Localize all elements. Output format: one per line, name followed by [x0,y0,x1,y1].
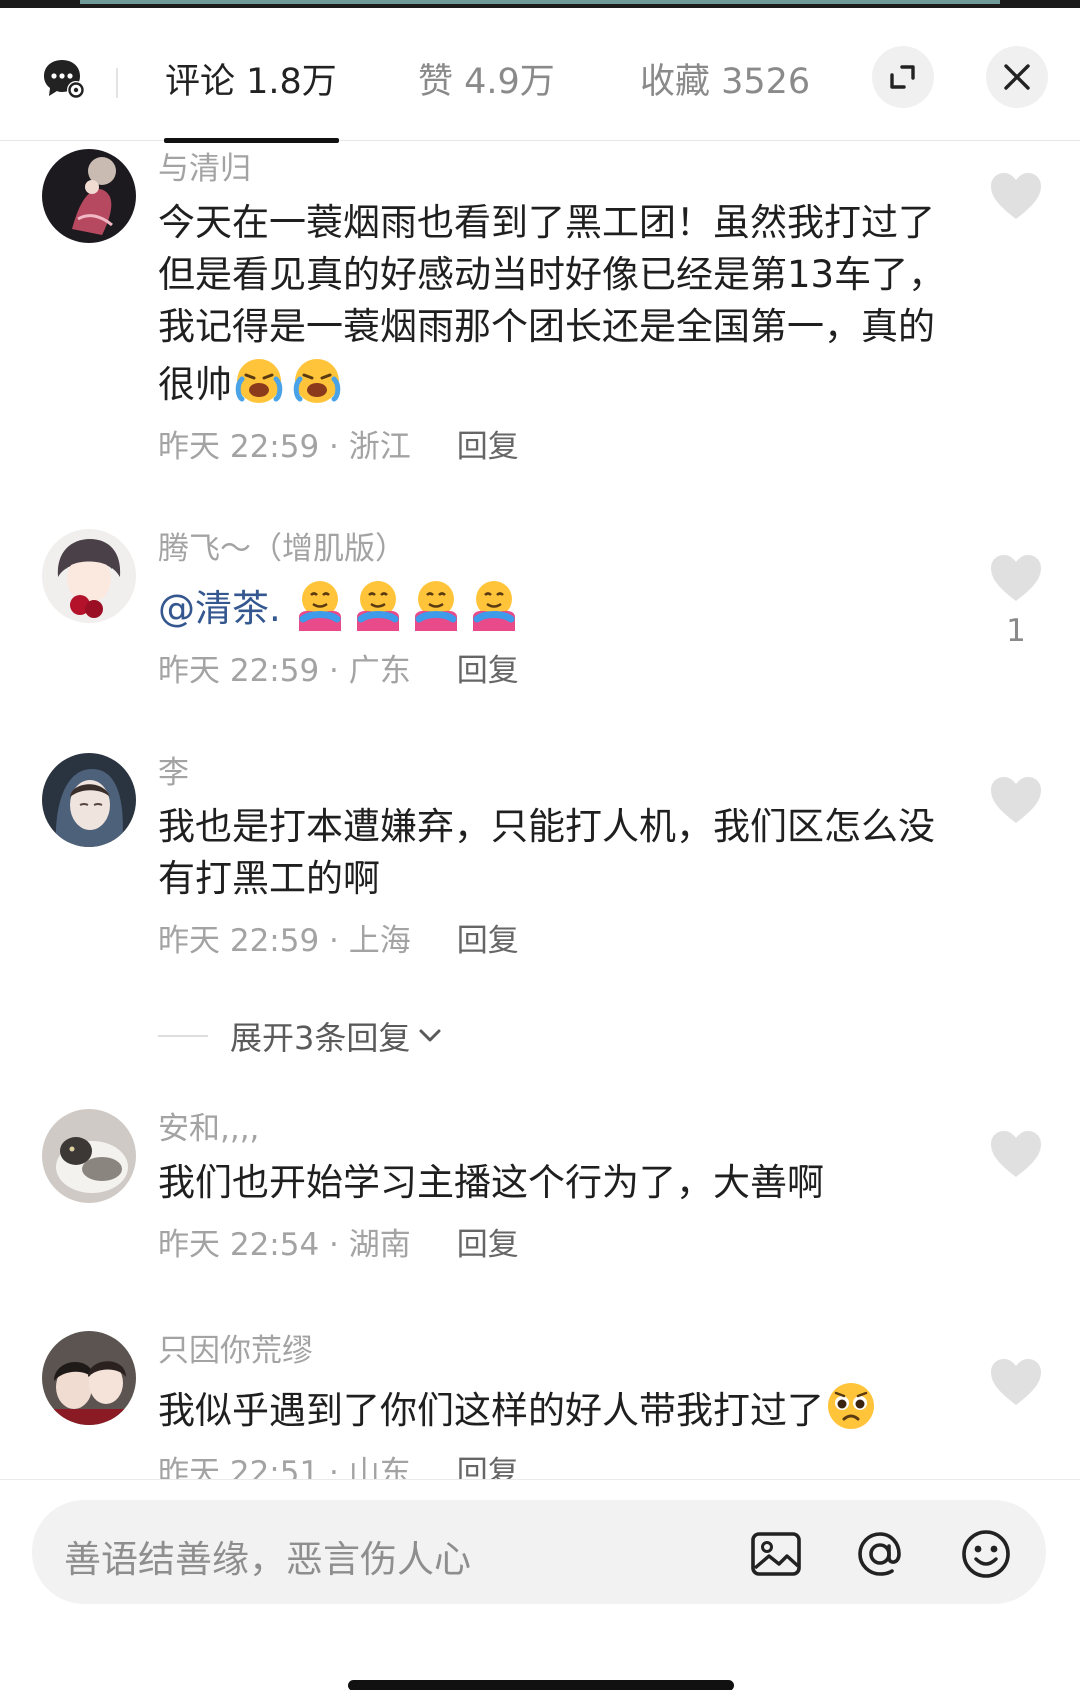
heart-icon [991,1131,1041,1177]
status-strip [0,0,1080,8]
comment-meta: 昨天 22:54 · 湖南 回复 [158,1223,958,1267]
avatar[interactable] [42,1109,136,1203]
tab-likes[interactable]: 赞 4.9万 [418,53,555,104]
avatar[interactable] [42,529,136,623]
image-icon[interactable] [748,1526,804,1582]
comment-text: 我似乎遇到了你们这样的好人带我打过了 [158,1379,958,1437]
comment-time-location: 昨天 22:59 · 广东 [158,653,411,689]
home-indicator [348,1680,734,1690]
comment-text: @清茶. [158,577,958,635]
comment-author[interactable]: 李 [158,753,958,793]
heart-icon [991,1359,1041,1405]
comment-time-location: 昨天 22:59 · 上海 [158,923,411,959]
at-icon[interactable] [852,1526,908,1582]
comment-meta: 昨天 22:59 · 浙江 回复 [158,425,958,469]
heart-icon [991,555,1041,601]
like-button[interactable]: 1 [988,553,1044,649]
comment-author[interactable]: 腾飞～（增肌版） [158,529,958,569]
avatar[interactable] [42,1331,136,1425]
pleading-face-icon [824,1379,878,1433]
divider [158,1035,208,1037]
reply-button[interactable]: 回复 [457,653,519,689]
mention-link[interactable]: @清茶. [158,587,281,630]
comment-meta: 昨天 22:51 · 山东 回复 [158,1451,958,1479]
reply-button[interactable]: 回复 [457,923,519,959]
reply-button[interactable]: 回复 [457,1455,519,1479]
heart-icon [991,777,1041,823]
like-button[interactable] [988,775,1044,835]
comment-text: 我也是打本遭嫌弃，只能打人机，我们区怎么没有打黑工的啊 [158,805,935,900]
like-button[interactable] [988,1129,1044,1189]
crying-face-icon [290,353,344,407]
avatar[interactable] [42,753,136,847]
hug-face-icon [293,577,347,631]
comment-input[interactable]: 善语结善缘，恶言伤人心 [32,1500,1046,1604]
comment-input-placeholder: 善语结善缘，恶言伤人心 [64,1538,471,1581]
reply-button[interactable]: 回复 [457,1227,519,1263]
close-button[interactable] [986,46,1048,108]
hug-face-icon [467,577,521,631]
tab-comments[interactable]: 评论 1.8万 [165,53,337,104]
comment-time-location: 昨天 22:54 · 湖南 [158,1227,411,1263]
like-button[interactable] [988,171,1044,231]
hug-face-icon [409,577,463,631]
avatar[interactable] [42,149,136,243]
expand-button[interactable] [872,46,934,108]
comment-author[interactable]: 安和,,,, [158,1109,958,1149]
chevron-down-icon [419,1029,441,1042]
comment-list[interactable]: 与清归 今天在一蓑烟雨也看到了黑工团！虽然我打过了但是看见真的好感动当时好像已经… [0,141,1080,1479]
comment-author[interactable]: 只因你荒缪 [158,1331,958,1371]
comment-author[interactable]: 与清归 [158,149,958,189]
tab-favorites[interactable]: 收藏 3526 [640,53,810,104]
comment-text: 我们也开始学习主播这个行为了，大善啊 [158,1161,824,1204]
heart-icon [991,173,1041,219]
like-button[interactable] [988,1357,1044,1417]
comments-header: 评论 1.8万 赞 4.9万 收藏 3526 [0,8,1080,143]
like-count: 1 [1006,613,1026,649]
comment-meta: 昨天 22:59 · 上海 回复 [158,919,958,963]
expand-replies-label: 展开3条回复 [230,1019,411,1057]
comment-meta: 昨天 22:59 · 广东 回复 [158,649,958,693]
comment-time-location: 昨天 22:59 · 浙江 [158,429,411,465]
comment-input-bar: 善语结善缘，恶言伤人心 [0,1479,1080,1690]
comment-content: 我似乎遇到了你们这样的好人带我打过了 [158,1389,824,1432]
emoji-icon[interactable] [958,1526,1014,1582]
close-icon [1004,64,1030,90]
hug-face-icon [351,577,405,631]
expand-icon [890,65,915,89]
comment-text: 今天在一蓑烟雨也看到了黑工团！虽然我打过了但是看见真的好感动当时好像已经是第13… [158,197,958,411]
chat-settings-icon[interactable] [42,56,88,102]
crying-face-icon [232,353,286,407]
expand-replies-button[interactable]: 展开3条回复 [158,1011,758,1061]
comment-time-location: 昨天 22:51 · 山东 [158,1455,411,1479]
reply-button[interactable]: 回复 [457,429,519,465]
header-divider [116,68,118,98]
